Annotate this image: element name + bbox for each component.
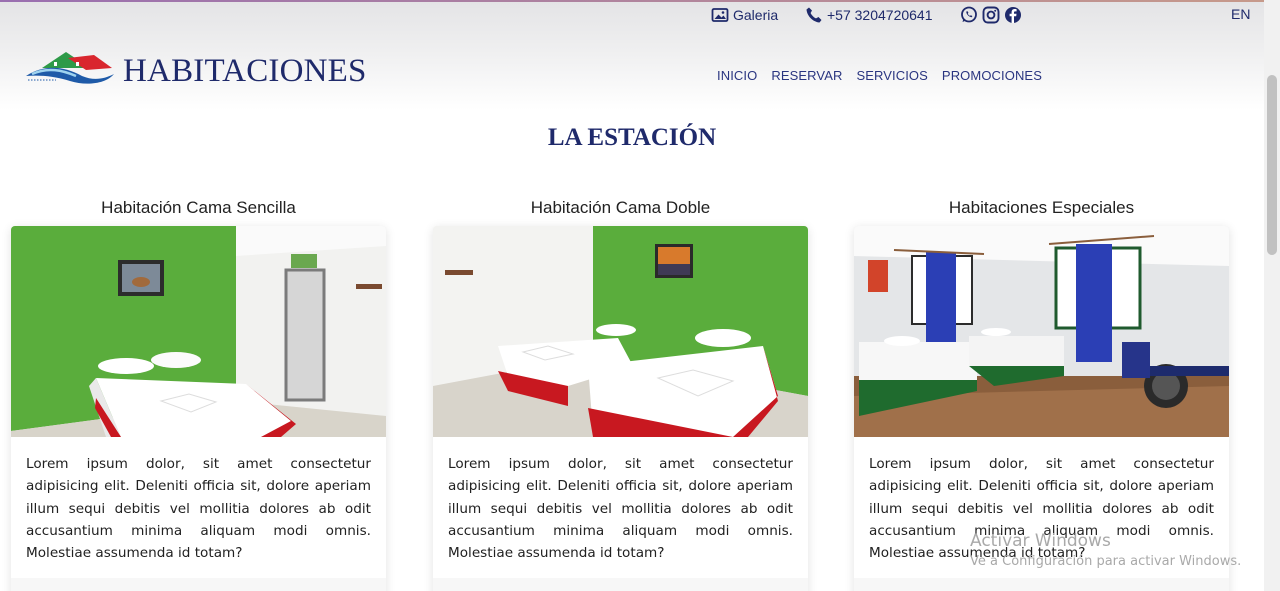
gallery-link[interactable]: Galeria (711, 6, 778, 24)
card-footer (433, 578, 808, 591)
top-contact-bar: Galeria +57 3204720641 EN (0, 6, 1264, 28)
social-links (960, 6, 1022, 24)
card-description: Lorem ipsum dolor, sit amet consectetur … (448, 456, 793, 562)
house-wave-logo-icon (26, 52, 114, 84)
room-photo-special (854, 226, 1229, 437)
gallery-label: Galeria (733, 7, 779, 23)
nav-item-promociones[interactable]: PROMOCIONES (942, 68, 1042, 83)
language-toggle[interactable]: EN (1231, 6, 1250, 22)
room-card-single[interactable]: Lorem ipsum dolor, sit amet consectetur … (11, 226, 386, 591)
card-title-special: Habitaciones Especiales (948, 198, 1135, 217)
nav-item-servicios[interactable]: SERVICIOS (856, 68, 927, 83)
room-photo-double (433, 226, 808, 437)
windows-activation-watermark: Activar Windows Ve a Configuración para … (970, 531, 1241, 569)
scrollbar-thumb[interactable] (1267, 75, 1277, 255)
page-scrollbar[interactable] (1264, 0, 1280, 591)
card-footer (11, 578, 386, 591)
card-description: Lorem ipsum dolor, sit amet consectetur … (26, 456, 371, 562)
card-footer (854, 578, 1229, 591)
phone-number: +57 3204720641 (827, 7, 933, 23)
room-photo-single (11, 226, 386, 437)
site-header: Galeria +57 3204720641 EN HABITACIONES I… (0, 2, 1264, 110)
whatsapp-icon[interactable] (960, 6, 978, 24)
instagram-icon[interactable] (982, 6, 1000, 24)
phone-link[interactable]: +57 3204720641 (805, 6, 933, 24)
site-logo[interactable] (24, 48, 116, 88)
main-nav: INICIO RESERVAR SERVICIOS PROMOCIONES (717, 68, 1042, 83)
section-title: LA ESTACIÓN (547, 124, 717, 151)
room-card-double[interactable]: Lorem ipsum dolor, sit amet consectetur … (433, 226, 808, 591)
watermark-title: Activar Windows (970, 531, 1111, 551)
card-title-double: Habitación Cama Doble (530, 198, 711, 217)
facebook-icon[interactable] (1004, 6, 1022, 24)
image-icon (711, 8, 729, 22)
watermark-subtitle: Ve a Configuración para activar Windows. (970, 554, 1242, 569)
card-title-single: Habitación Cama Sencilla (101, 198, 296, 217)
nav-item-reservar[interactable]: RESERVAR (771, 68, 842, 83)
brand-name[interactable]: HABITACIONES (123, 53, 367, 90)
nav-item-inicio[interactable]: INICIO (717, 68, 757, 83)
phone-icon (806, 7, 822, 23)
